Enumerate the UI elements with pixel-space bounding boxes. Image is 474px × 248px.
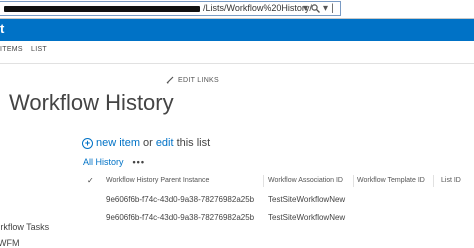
list-header-row: ✓ Workflow History Parent Instance Workf… bbox=[85, 175, 474, 189]
select-all-checkmark-icon[interactable]: ✓ bbox=[87, 176, 94, 185]
suite-bar: t bbox=[0, 19, 474, 41]
edit-links-label: EDIT LINKS bbox=[178, 76, 219, 84]
edit-link[interactable]: edit bbox=[156, 137, 174, 149]
redacted-url-portion bbox=[4, 6, 200, 12]
cell-parent-instance: 9e606f6b-f74c-43d0-9a38-78276982a25b bbox=[106, 213, 255, 222]
add-icon[interactable]: + bbox=[82, 137, 93, 149]
or-text: or bbox=[143, 137, 153, 149]
browser-address-bar: /Lists/Workflow%20History/ ▾ ▾ | bbox=[0, 0, 474, 19]
left-nav-item-wfm[interactable]: WFM bbox=[0, 238, 20, 248]
column-header-parent-instance[interactable]: Workflow History Parent Instance bbox=[106, 177, 209, 184]
url-field[interactable]: /Lists/Workflow%20History/ ▾ ▾ | bbox=[0, 1, 341, 16]
cell-association-id: TestSiteWorkflowNew bbox=[268, 213, 346, 222]
cell-association-id: TestSiteWorkflowNew bbox=[268, 195, 346, 204]
url-text: /Lists/Workflow%20History/ bbox=[203, 3, 312, 13]
search-icon[interactable] bbox=[311, 4, 320, 13]
edit-links[interactable]: EDIT LINKS bbox=[166, 76, 219, 84]
column-divider bbox=[433, 175, 434, 187]
tab-list[interactable]: LIST bbox=[31, 46, 47, 53]
view-selector: All History ••• bbox=[83, 157, 145, 167]
new-item-link[interactable]: new item bbox=[96, 137, 140, 149]
this-list-text: this list bbox=[176, 137, 211, 149]
search-dropdown-icon[interactable]: ▾ bbox=[323, 3, 328, 14]
column-divider bbox=[353, 175, 354, 187]
tab-items[interactable]: ITEMS bbox=[0, 46, 23, 53]
column-divider bbox=[263, 175, 264, 187]
ribbon-tabs: ITEMS LIST bbox=[0, 41, 474, 64]
page-title: Workflow History bbox=[9, 90, 174, 115]
column-header-template-id[interactable]: Workflow Template ID bbox=[357, 177, 425, 184]
left-nav-item-workflow-tasks[interactable]: Workflow Tasks bbox=[0, 222, 49, 232]
table-row[interactable]: 9e606f6b-f74c-43d0-9a38-78276982a25b Tes… bbox=[85, 213, 474, 227]
more-views-icon[interactable]: ••• bbox=[133, 157, 145, 167]
suite-logo-icon[interactable]: t bbox=[0, 21, 4, 36]
column-header-list-id[interactable]: List ID bbox=[441, 177, 461, 184]
address-separator: | bbox=[331, 3, 334, 14]
view-all-history[interactable]: All History bbox=[83, 157, 124, 167]
column-header-association-id[interactable]: Workflow Association ID bbox=[268, 177, 343, 184]
cell-parent-instance: 9e606f6b-f74c-43d0-9a38-78276982a25b bbox=[106, 195, 255, 204]
pencil-icon bbox=[166, 76, 174, 84]
new-item-row: + new item or edit this list bbox=[82, 137, 210, 149]
dropdown-icon[interactable]: ▾ bbox=[303, 3, 308, 14]
table-row[interactable]: 9e606f6b-f74c-43d0-9a38-78276982a25b Tes… bbox=[85, 195, 474, 209]
url-icons: ▾ ▾ | bbox=[303, 3, 334, 14]
